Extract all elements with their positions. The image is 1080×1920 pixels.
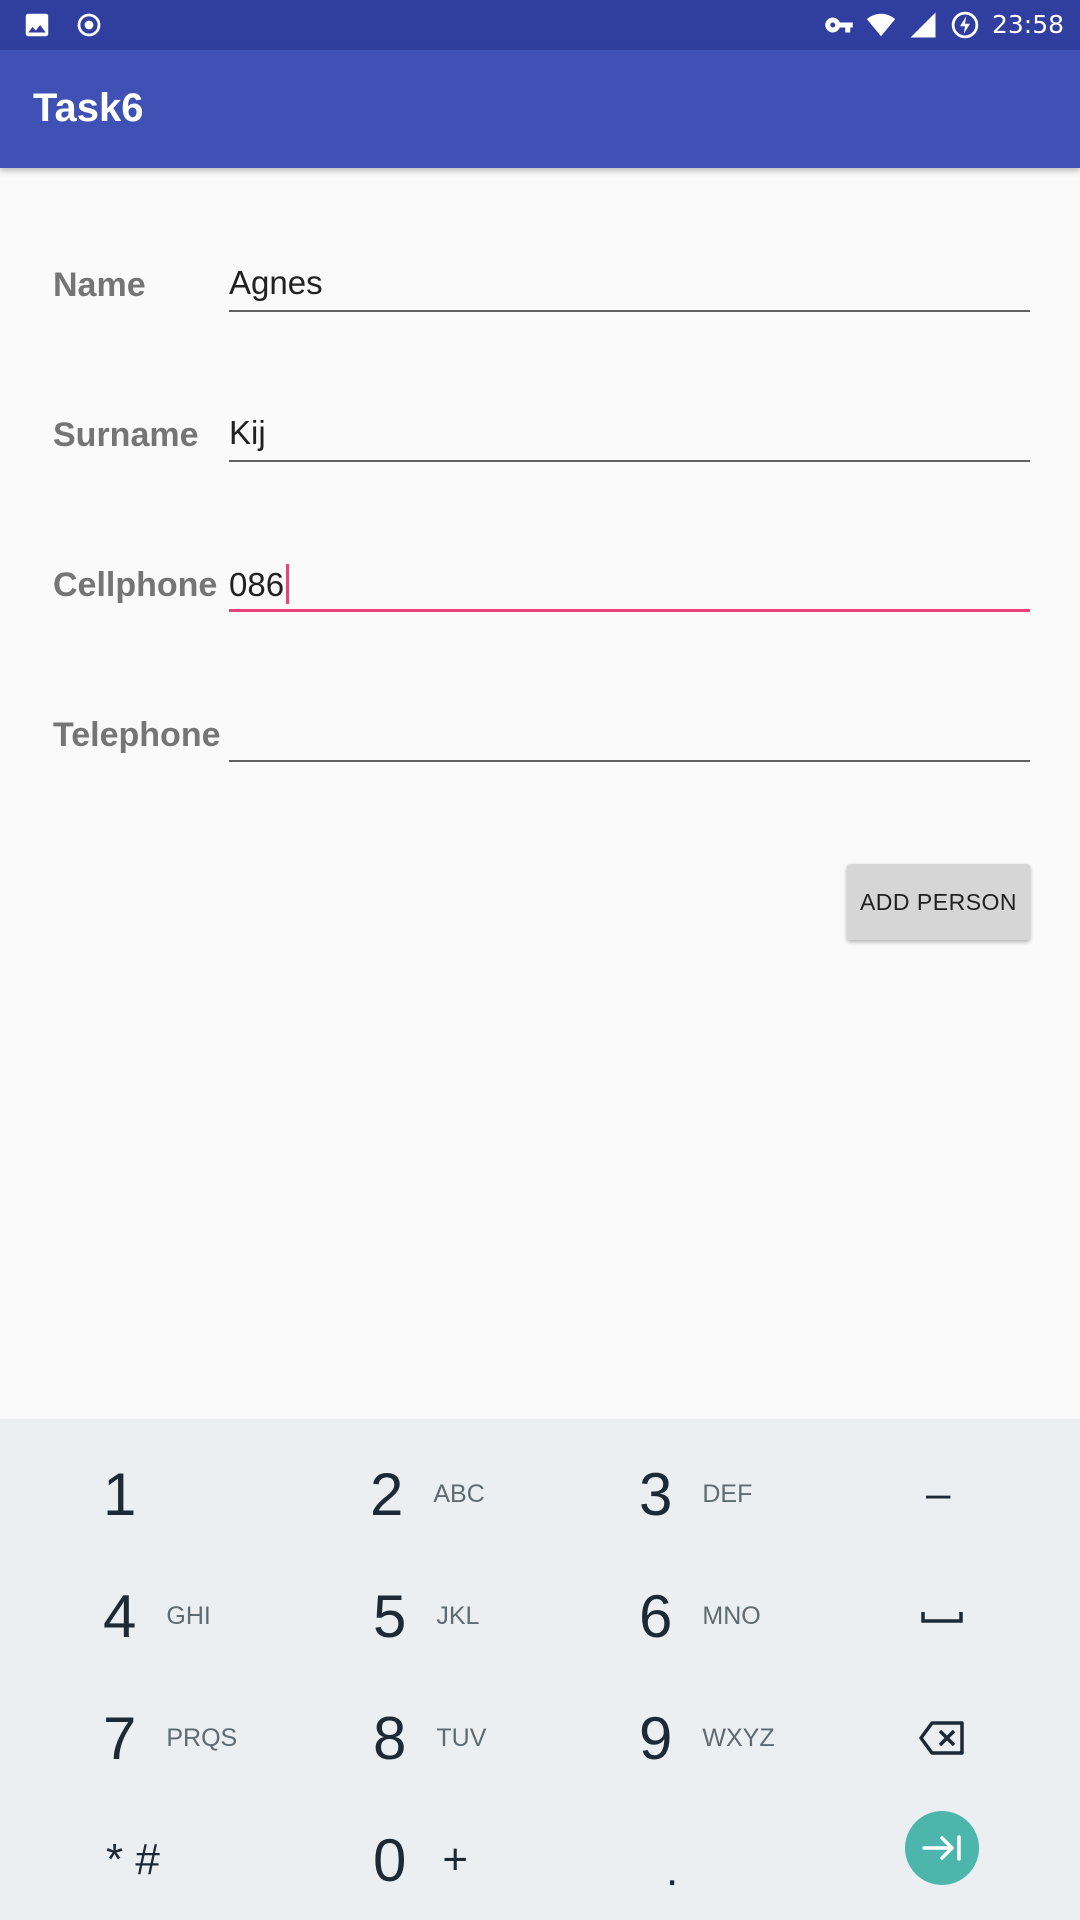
star-hash-symbol: * #: [106, 1835, 160, 1884]
next-icon: [922, 1835, 961, 1861]
record-icon: [77, 13, 101, 37]
wifi-icon: [866, 13, 896, 37]
key-7-letters: PRQS: [166, 1723, 238, 1752]
status-time: 23:58: [991, 10, 1064, 39]
key-2-digit: 2: [370, 1460, 404, 1528]
key-9[interactable]: 9 WXYZ: [540, 1677, 810, 1799]
key-3-letters: DEF: [702, 1479, 753, 1508]
key-3[interactable]: 3 DEF: [540, 1433, 810, 1555]
cellphone-value: 086: [229, 566, 285, 603]
vpn-key-icon: [825, 17, 853, 33]
key-6-digit: 6: [639, 1582, 673, 1650]
key-9-digit: 9: [639, 1704, 673, 1772]
app-bar: Task6: [0, 50, 1080, 168]
key-4-letters: GHI: [166, 1601, 211, 1630]
key-4[interactable]: 4 GHI: [0, 1555, 270, 1677]
cellphone-row: Cellphone 086: [0, 546, 1080, 626]
key-7-digit: 7: [103, 1704, 137, 1772]
dash-symbol: –: [926, 1469, 951, 1518]
key-2[interactable]: 2 ABC: [270, 1433, 540, 1555]
key-1[interactable]: 1: [0, 1433, 270, 1555]
key-0-digit: 0: [373, 1826, 407, 1894]
key-space[interactable]: [810, 1555, 1080, 1677]
name-row: Name Agnes: [0, 246, 1080, 326]
telephone-field[interactable]: [229, 702, 1030, 762]
key-1-digit: 1: [103, 1460, 137, 1528]
name-field[interactable]: [229, 252, 1030, 312]
key-3-digit: 3: [639, 1460, 673, 1528]
surname-label: Surname: [53, 416, 199, 454]
key-0[interactable]: 0 +: [270, 1799, 540, 1920]
key-5-digit: 5: [373, 1582, 407, 1650]
space-icon: [921, 1612, 963, 1623]
dot-symbol: .: [666, 1846, 679, 1895]
telephone-row: Telephone: [0, 696, 1080, 776]
image-icon: [25, 13, 49, 37]
status-bar: 23:58: [0, 0, 1080, 50]
add-person-button[interactable]: ADD PERSON: [847, 864, 1030, 940]
key-8-digit: 8: [373, 1704, 407, 1772]
cellphone-label: Cellphone: [53, 566, 218, 604]
key-dot[interactable]: .: [540, 1799, 810, 1920]
key-0-plus: +: [442, 1835, 469, 1884]
key-6[interactable]: 6 MNO: [540, 1555, 810, 1677]
cellphone-field[interactable]: [229, 552, 1030, 612]
surname-value: Kij: [229, 414, 266, 451]
key-2-letters: ABC: [433, 1479, 485, 1508]
key-5-letters: JKL: [436, 1601, 480, 1630]
name-label: Name: [53, 266, 146, 304]
key-8-letters: TUV: [436, 1723, 487, 1752]
surname-row: Surname Kij: [0, 396, 1080, 476]
name-value: Agnes: [229, 264, 323, 301]
key-dash[interactable]: –: [810, 1433, 1080, 1555]
text-cursor: [286, 564, 290, 604]
key-5[interactable]: 5 JKL: [270, 1555, 540, 1677]
app-title: Task6: [33, 86, 144, 130]
key-9-letters: WXYZ: [702, 1723, 775, 1752]
battery-charging-icon: [951, 11, 979, 39]
backspace-icon: [919, 1721, 964, 1755]
cellphone-input-wrap: 086: [229, 564, 290, 604]
key-4-digit: 4: [103, 1582, 137, 1650]
key-8[interactable]: 8 TUV: [270, 1677, 540, 1799]
telephone-label: Telephone: [53, 716, 221, 754]
key-6-letters: MNO: [702, 1601, 761, 1630]
key-backspace[interactable]: [810, 1677, 1080, 1799]
key-star-hash[interactable]: * #: [0, 1799, 270, 1920]
next-button[interactable]: [905, 1811, 979, 1885]
key-7[interactable]: 7 PRQS: [0, 1677, 270, 1799]
signal-icon: [910, 12, 936, 38]
surname-field[interactable]: [229, 402, 1030, 462]
